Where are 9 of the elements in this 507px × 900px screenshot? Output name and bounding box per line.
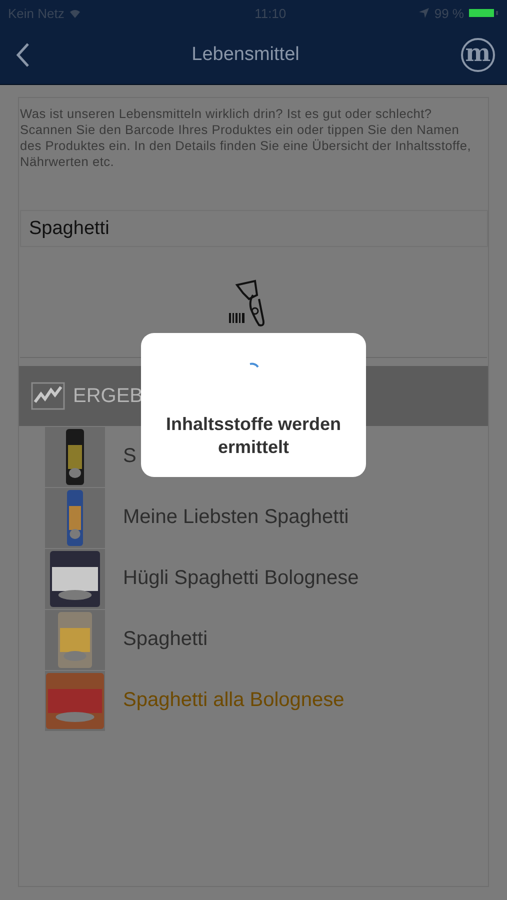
product-name: Spaghetti	[123, 628, 208, 651]
screen-title: Lebensmittel	[190, 44, 300, 66]
intro-text: Was ist unseren Lebensmitteln wirklich drin? Ist es gut oder schlecht? Scannen Sie den Barcode Ihres Produktes ein oder tippen Sie den Namen des Produktes ein. In den Details finden Sie eine Übersicht der Inhaltsstoffe, Nährwerten etc.	[19, 106, 472, 170]
loading-message: Inhaltsstoffe werden ermittelt	[164, 413, 342, 459]
product-name: Meine Liebsten Spaghetti	[123, 506, 349, 529]
product-name: S	[123, 445, 136, 468]
results-heading: ERGEB	[73, 384, 144, 408]
product-name: Hügli Spaghetti Bolognese	[123, 567, 359, 590]
product-name: Spaghetti alla Bolognese	[123, 689, 344, 712]
